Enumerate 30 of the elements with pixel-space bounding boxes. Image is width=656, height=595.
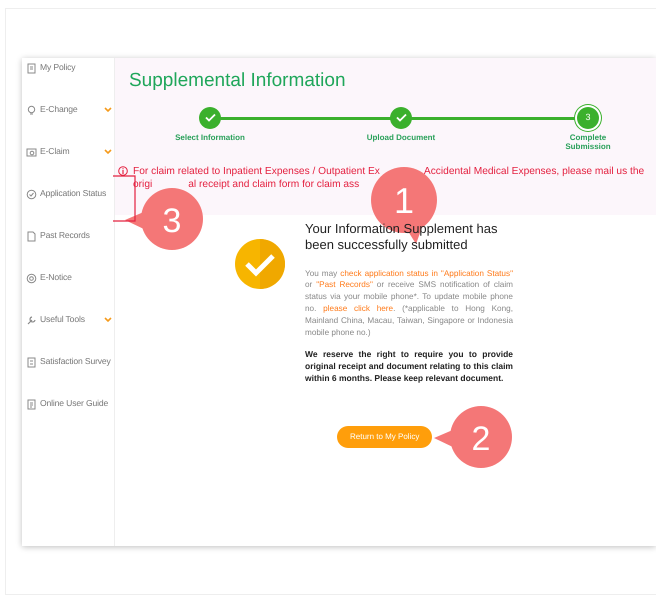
sidebar-item[interactable]: Online User Guide [22, 398, 114, 440]
sidebar-item[interactable]: E-Notice [22, 272, 114, 314]
sidebar-item[interactable]: Satisfaction Survey [22, 356, 114, 398]
photo-icon [26, 147, 37, 158]
step-label: Select Information [174, 132, 246, 142]
info-icon [118, 166, 128, 176]
sidebar-item[interactable]: Application Status [22, 188, 114, 230]
document-icon [26, 63, 37, 74]
step-label: Complete Submission [564, 132, 612, 152]
text-link[interactable]: check application status in "Application Status" [340, 268, 513, 278]
guide-icon [26, 399, 37, 410]
clipboard-icon [26, 357, 37, 368]
wrench-icon [26, 315, 37, 326]
sidebar-item[interactable]: E-Change [22, 104, 114, 146]
page-title: Supplemental Information [129, 70, 347, 93]
file-icon [26, 231, 37, 242]
text-link[interactable]: "Past Records" [316, 280, 373, 290]
lightbulb-icon [26, 105, 37, 116]
notice-text: Accidental Medical Expenses, please mail us the [424, 165, 644, 178]
text-link[interactable]: please click here [323, 304, 394, 314]
notice-paragraph: We reserve the right to require you to provide original receipt and document relating to this claim within 6 months. Please keep relevant document. [305, 348, 513, 385]
sidebar-item[interactable]: My Policy [22, 62, 114, 104]
success-check-icon [235, 239, 285, 289]
step-number: 3 [577, 106, 599, 129]
notice-text: For claim related to Inpatient Expenses / Outpatient Ex [133, 165, 380, 178]
sidebar-item[interactable]: E-Claim [22, 146, 114, 188]
step-label: Upload Document [366, 132, 436, 142]
sidebar-item[interactable]: Useful Tools [22, 314, 114, 356]
sidebar-item[interactable]: Past Records [22, 230, 114, 272]
info-paragraph: You may check application status in "Application Status" or "Past Records" or receive SMS notification of claim status via your mobile phone*. To update mobile phone no. please click here. (*applicable to Hong Kong, Mainland China, Macau, Taiwan, Singapore or Indonesia mobile phone no.) [305, 268, 513, 339]
